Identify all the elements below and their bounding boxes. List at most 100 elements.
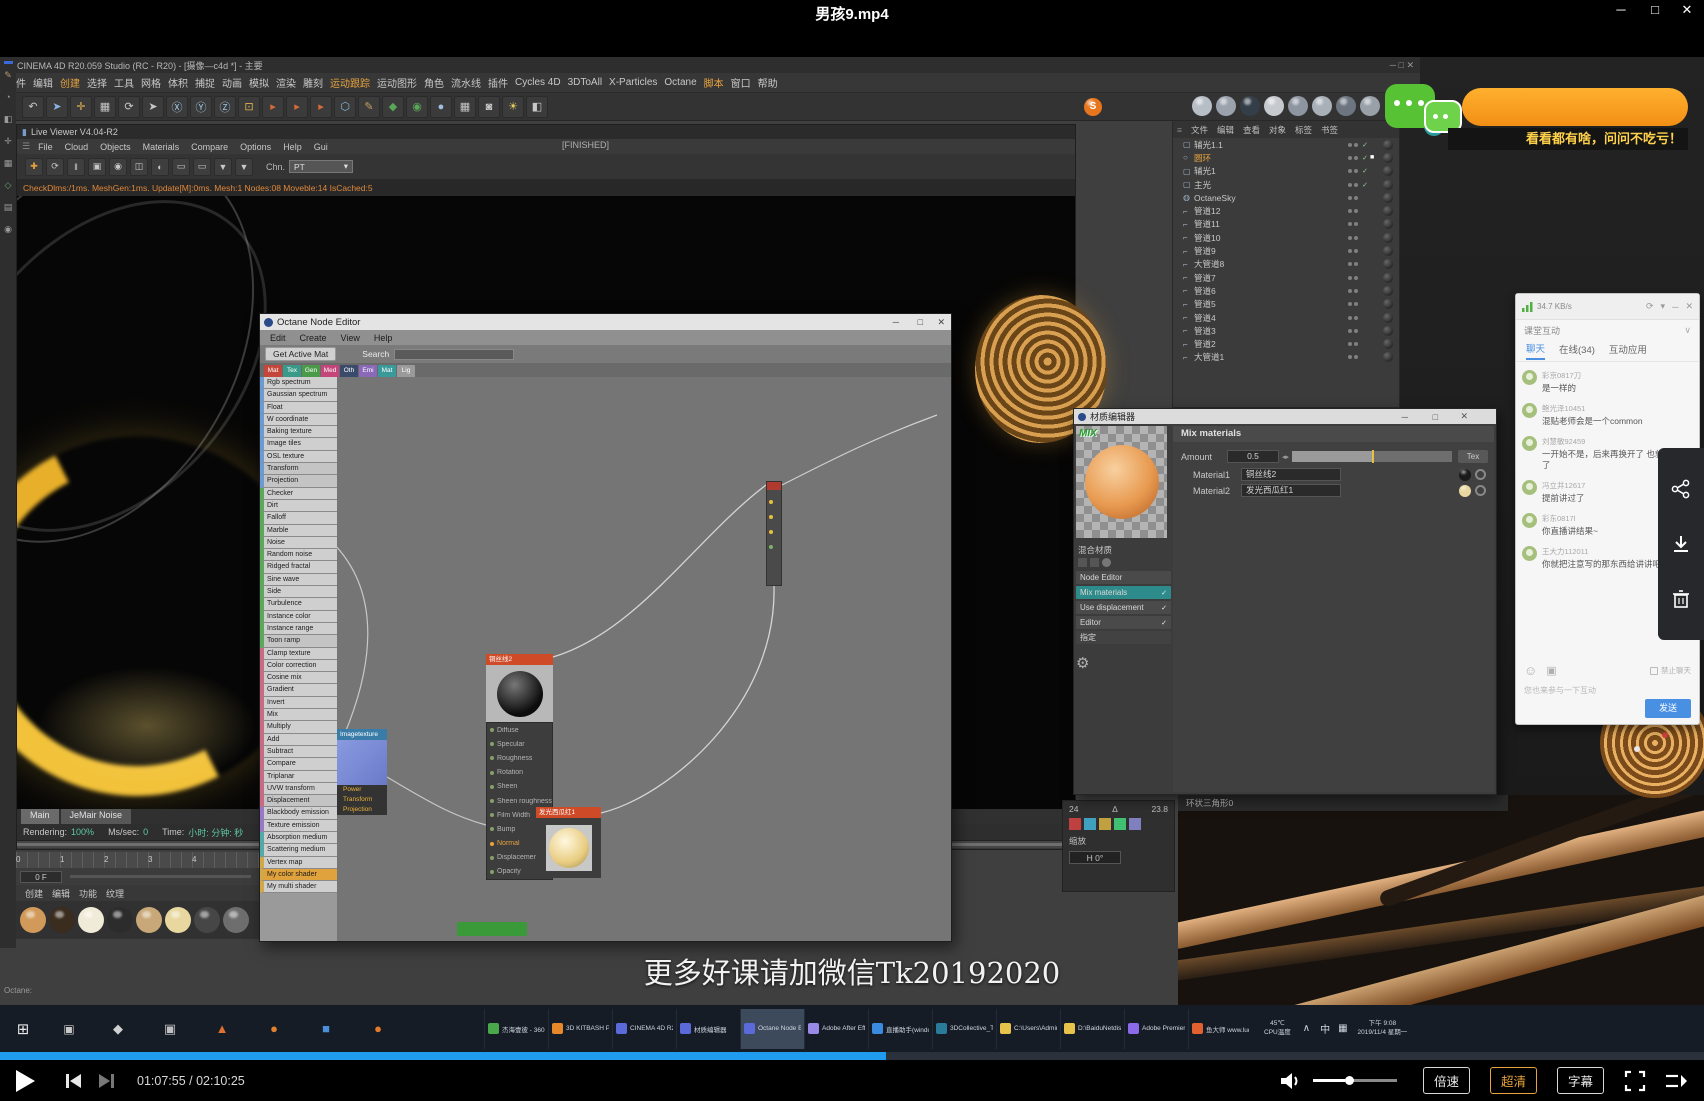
material-swatch[interactable] — [20, 907, 46, 933]
lock-view-icon[interactable]: ◫ — [130, 158, 148, 176]
node-type-item[interactable]: Transform — [260, 463, 337, 475]
ne-close-button[interactable]: ✕ — [937, 317, 945, 328]
taskbar-app-button[interactable]: 直播助手(window... — [868, 1009, 932, 1049]
node-pin[interactable]: Sheen roughness — [487, 794, 552, 808]
tray-expand-caret[interactable]: ∧ — [1303, 1023, 1310, 1034]
material-sphere-icon[interactable] — [1312, 96, 1332, 116]
material2-toggle-icon[interactable] — [1475, 485, 1486, 496]
node-type-item[interactable]: Baking texture — [260, 426, 337, 438]
node-category-tab[interactable]: Mat — [378, 365, 396, 377]
render-dot[interactable] — [1354, 169, 1358, 173]
node-type-item[interactable]: Blackbody emission — [260, 807, 337, 819]
visibility-dot[interactable] — [1348, 183, 1352, 187]
c4d-menu-item[interactable]: Octane — [664, 77, 696, 88]
render-dot[interactable] — [1354, 143, 1358, 147]
material-channel-button[interactable]: 指定 — [1076, 631, 1171, 644]
baidu-disk-icon[interactable]: ● — [248, 1009, 300, 1049]
object-row[interactable]: ⌐ 管道5 — [1173, 298, 1399, 311]
render-dot[interactable] — [1354, 262, 1358, 266]
render-dot[interactable] — [1354, 342, 1358, 346]
next-button[interactable] — [95, 1071, 117, 1091]
taskbar-app-button[interactable]: Octane Node Ed... — [740, 1009, 804, 1049]
node-type-item[interactable]: Image tiles — [260, 438, 337, 450]
firefox-icon[interactable]: ● — [352, 1009, 404, 1049]
material-editor-titlebar[interactable]: 材质编辑器 ─ □ ✕ — [1074, 409, 1496, 424]
material-swatch[interactable] — [136, 907, 162, 933]
lv-menu-options[interactable]: Options — [240, 142, 271, 152]
object-manager-menu-item[interactable]: 查看 — [1243, 124, 1260, 136]
node-type-item[interactable]: Sine wave — [260, 574, 337, 586]
lv-menu-materials[interactable]: Materials — [143, 142, 180, 152]
c4d-menu-item[interactable]: 帮助 — [758, 75, 778, 90]
visibility-dot[interactable] — [1348, 302, 1352, 306]
quality-button[interactable]: 超清 — [1490, 1067, 1537, 1094]
node-pin[interactable]: Roughness — [487, 751, 552, 765]
node-type-item[interactable]: My multi shader — [260, 881, 337, 893]
image-upload-icon[interactable]: ▣ — [1546, 664, 1556, 677]
visibility-dot[interactable] — [1348, 316, 1352, 320]
preview-icon[interactable] — [1078, 558, 1087, 567]
enabled-check[interactable]: ✓ — [1360, 141, 1370, 149]
material-swatch[interactable] — [49, 907, 75, 933]
view-icon[interactable]: ◉ — [0, 218, 16, 240]
node-type-item[interactable]: Instance color — [260, 611, 337, 623]
node-type-item[interactable]: Cosine mix — [260, 672, 337, 684]
node-type-item[interactable]: Scattering medium — [260, 844, 337, 856]
object-manager-menu-item[interactable]: 标签 — [1295, 124, 1312, 136]
object-material-thumb[interactable] — [1383, 286, 1393, 296]
render-dot[interactable] — [1354, 183, 1358, 187]
coord-system-icon[interactable]: ⊡ — [238, 96, 260, 118]
object-material-thumb[interactable] — [1383, 140, 1393, 150]
visibility-dot[interactable] — [1348, 276, 1352, 280]
material2-value[interactable]: 发光西瓜红1 — [1241, 484, 1341, 497]
material-swatch[interactable] — [78, 907, 104, 933]
volume-icon[interactable] — [1279, 1071, 1301, 1091]
speed-button[interactable]: 倍速 — [1423, 1067, 1470, 1094]
c4d-menu-item[interactable]: 渲染 — [276, 75, 296, 90]
object-material-thumb[interactable] — [1383, 153, 1393, 163]
c4d-menu-item[interactable]: 角色 — [424, 75, 444, 90]
material-preview[interactable]: MIX — [1076, 426, 1167, 538]
seek-bar[interactable] — [0, 1052, 1704, 1060]
node-type-item[interactable]: Float — [260, 402, 337, 414]
object-material-thumb[interactable] — [1383, 299, 1393, 309]
camera-icon[interactable]: ◙ — [478, 96, 500, 118]
node-canvas[interactable]: Imagetexture PowerTransformProjection 铜丝… — [337, 377, 951, 941]
render-dot[interactable] — [1354, 355, 1358, 359]
lock-z-icon[interactable]: Ⓩ — [214, 96, 236, 118]
material-swatch[interactable] — [107, 907, 133, 933]
axis-icon[interactable]: ✛ — [0, 130, 16, 152]
node-category-tab[interactable]: Tex — [283, 365, 301, 377]
c4d-window-controls[interactable]: ─ □ ✕ — [1390, 60, 1414, 71]
node-pin[interactable]: Specular — [487, 737, 552, 751]
me-close-button[interactable]: ✕ — [1460, 411, 1468, 422]
lv-menu-objects[interactable]: Objects — [100, 142, 131, 152]
render-settings-icon[interactable]: ▸ — [286, 96, 308, 118]
visibility-dot[interactable] — [1348, 342, 1352, 346]
c4d-menu-item[interactable]: 捕捉 — [195, 75, 215, 90]
imagetexture-node[interactable]: Imagetexture PowerTransformProjection — [337, 729, 387, 815]
heading-field[interactable]: H 0° — [1069, 851, 1121, 864]
cursor-icon[interactable]: ➤ — [46, 96, 68, 118]
playlist-button[interactable] — [1664, 1071, 1688, 1091]
pick-material-icon[interactable]: ▼ — [235, 158, 253, 176]
object-material-thumb[interactable] — [1383, 246, 1393, 256]
simulate-icon[interactable]: ◉ — [406, 96, 428, 118]
node-type-item[interactable]: Absorption medium — [260, 832, 337, 844]
ne-menu-edit[interactable]: Edit — [270, 333, 286, 343]
volume-icon[interactable]: ● — [430, 96, 452, 118]
subtitle-button[interactable]: 字幕 — [1557, 1067, 1604, 1094]
ne-menu-view[interactable]: View — [341, 333, 360, 343]
capture-app-icon[interactable]: ▣ — [144, 1009, 196, 1049]
search-input[interactable] — [394, 349, 514, 360]
minimize-button[interactable]: ─ — [1608, 2, 1634, 17]
c4d-menu-item[interactable]: 编辑 — [33, 75, 53, 90]
node-type-item[interactable]: OSL texture — [260, 451, 337, 463]
view-tool-icon[interactable] — [1114, 818, 1126, 830]
material-sphere-icon[interactable] — [1192, 96, 1212, 116]
mute-checkbox[interactable] — [1650, 667, 1658, 675]
mirror-icon[interactable]: ◧ — [0, 108, 16, 130]
rotate-icon[interactable]: ⟳ — [118, 96, 140, 118]
render-dot[interactable] — [1354, 222, 1358, 226]
material-channel-button[interactable]: Node Editor — [1076, 571, 1171, 584]
